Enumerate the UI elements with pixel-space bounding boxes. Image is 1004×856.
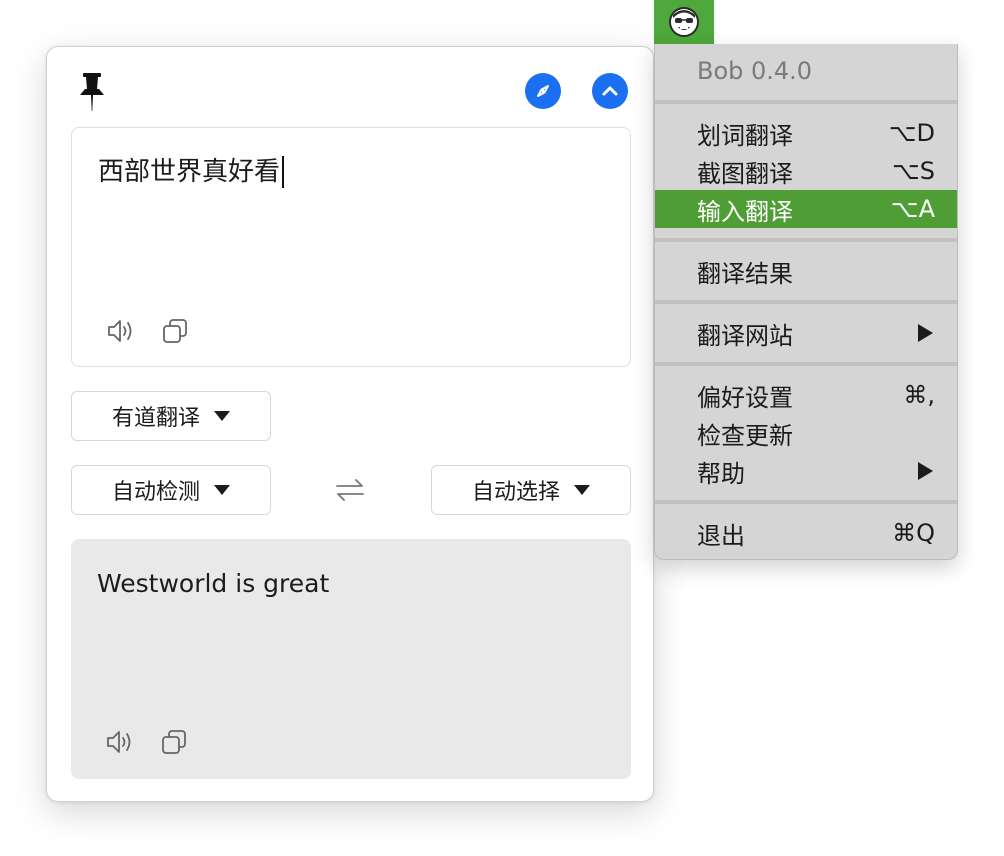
translation-engine-select[interactable]: 有道翻译: [71, 391, 271, 441]
speaker-icon[interactable]: [106, 316, 136, 346]
copy-icon[interactable]: [160, 316, 190, 346]
dropdown-triangle-icon: [214, 485, 230, 495]
source-text-input[interactable]: 西部世界真好看: [71, 127, 631, 367]
collapse-button[interactable]: [592, 73, 628, 109]
swap-arrows-icon: [336, 479, 364, 501]
menu-item-label: 检查更新: [697, 421, 793, 450]
menu-item-screenshot-translate[interactable]: 截图翻译 ⌥S: [655, 152, 957, 190]
menu-version-label: Bob 0.4.0: [655, 52, 957, 90]
translation-result-panel: Westworld is great: [71, 539, 631, 779]
menu-separator: [655, 100, 957, 104]
source-text[interactable]: 西部世界真好看: [98, 154, 285, 190]
menu-item-check-updates[interactable]: 检查更新: [655, 414, 957, 452]
version-text: Bob 0.4.0: [697, 57, 813, 85]
chevron-up-icon: [602, 86, 618, 96]
bob-face-icon: [669, 7, 699, 37]
translation-window: 西部世界真好看 有道翻译 自动检测 自动选择 Westworld is grea…: [46, 46, 654, 802]
target-language-select[interactable]: 自动选择: [431, 465, 631, 515]
menu-separator: [655, 300, 957, 304]
menu-separator: [655, 362, 957, 366]
menu-item-shortcut: ⌘,: [903, 381, 935, 409]
open-website-button[interactable]: [525, 73, 561, 109]
text-caret: [282, 156, 285, 188]
menu-item-select-translate[interactable]: 划词翻译 ⌥D: [655, 114, 957, 152]
submenu-arrow-icon: [918, 462, 933, 480]
menu-item-shortcut: ⌥S: [892, 157, 935, 185]
menu-item-translation-sites[interactable]: 翻译网站: [655, 314, 957, 352]
menu-item-label: 偏好设置: [697, 383, 793, 412]
menu-item-label: 退出: [697, 521, 745, 550]
swap-languages-button[interactable]: [333, 475, 367, 505]
bob-status-item[interactable]: [654, 0, 714, 44]
menu-item-label: 翻译网站: [697, 321, 793, 350]
copy-icon[interactable]: [159, 727, 189, 757]
menu-item-shortcut: ⌘Q: [892, 519, 935, 547]
source-language-select[interactable]: 自动检测: [71, 465, 271, 515]
bob-menu: Bob 0.4.0 划词翻译 ⌥D 截图翻译 ⌥S 输入翻译 ⌥A 翻译结果 翻…: [654, 44, 958, 560]
menu-item-preferences[interactable]: 偏好设置 ⌘,: [655, 376, 957, 414]
dropdown-triangle-icon: [214, 411, 230, 421]
result-actions: [105, 727, 189, 757]
submenu-arrow-icon: [918, 324, 933, 342]
menu-item-input-translate[interactable]: 输入翻译 ⌥A: [655, 190, 957, 228]
source-language-label: 自动检测: [111, 480, 200, 505]
menu-item-help[interactable]: 帮助: [655, 452, 957, 490]
source-text-value: 西部世界真好看: [98, 157, 281, 187]
compass-icon: [537, 85, 549, 97]
screen: 西部世界真好看 有道翻译 自动检测 自动选择 Westworld is grea…: [0, 0, 1004, 856]
menu-item-label: 划词翻译: [697, 121, 793, 150]
menu-item-label: 输入翻译: [697, 197, 793, 226]
menu-item-label: 帮助: [697, 459, 745, 488]
pin-icon[interactable]: [77, 71, 107, 113]
menu-item-label: 翻译结果: [697, 259, 793, 288]
menu-item-shortcut: ⌥D: [888, 119, 935, 147]
translation-result-text: Westworld is great: [97, 569, 330, 598]
source-actions: [106, 316, 190, 346]
target-language-label: 自动选择: [471, 480, 560, 505]
dropdown-triangle-icon: [574, 485, 590, 495]
menu-item-label: 截图翻译: [697, 159, 793, 188]
speaker-icon[interactable]: [105, 727, 135, 757]
engine-label: 有道翻译: [111, 406, 200, 431]
menu-item-quit[interactable]: 退出 ⌘Q: [655, 514, 957, 552]
menu-item-shortcut: ⌥A: [890, 195, 935, 223]
menu-item-translation-result[interactable]: 翻译结果: [655, 252, 957, 290]
menu-separator: [655, 500, 957, 504]
menu-separator: [655, 238, 957, 242]
